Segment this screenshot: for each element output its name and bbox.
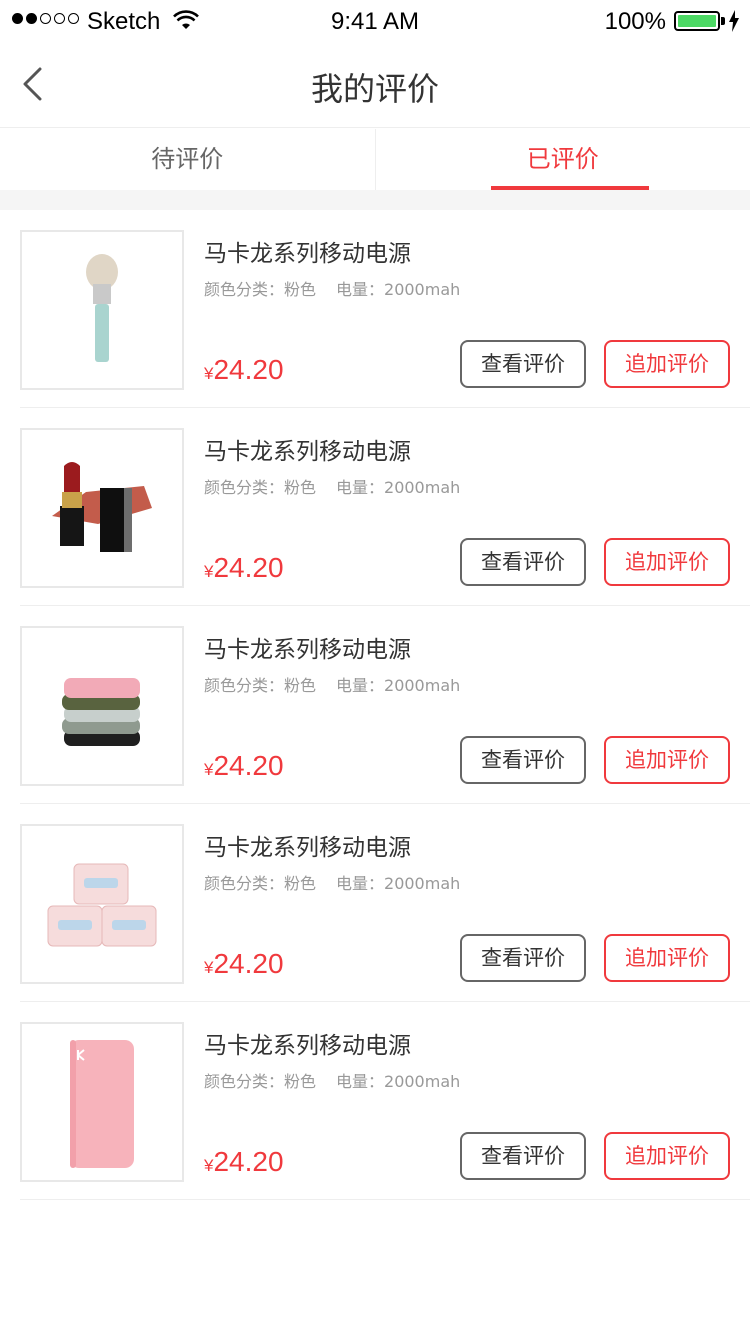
product-price: ¥24.20 [204, 948, 284, 980]
tab-reviewed-label: 已评价 [526, 145, 599, 173]
view-review-button[interactable]: 查看评价 [460, 934, 586, 982]
spec-capacity: 电量：2000mah [336, 874, 461, 893]
makeup-brush-image [86, 254, 118, 362]
spec-capacity: 电量：2000mah [336, 280, 461, 299]
view-review-button[interactable]: 查看评价 [460, 340, 586, 388]
spec-capacity: 电量：2000mah [336, 1072, 461, 1091]
spec-color: 颜色分类：粉色 [204, 874, 317, 893]
power-bank-image [70, 1040, 134, 1168]
price-amount: 24.20 [213, 354, 284, 385]
price-amount: 24.20 [213, 948, 284, 979]
price-amount: 24.20 [213, 1146, 284, 1177]
price-amount: 24.20 [213, 750, 284, 781]
product-thumbnail[interactable] [20, 428, 184, 588]
spec-capacity: 电量：2000mah [336, 676, 461, 695]
product-spec: 颜色分类：粉色 电量：2000mah [204, 870, 460, 894]
product-price: ¥24.20 [204, 354, 284, 386]
price-amount: 24.20 [213, 552, 284, 583]
charging-bolt-icon [729, 10, 739, 32]
section-divider [0, 190, 750, 210]
add-review-button[interactable]: 追加评价 [604, 538, 730, 586]
product-thumbnail[interactable] [20, 626, 184, 786]
tab-pending-review[interactable]: 待评价 [0, 129, 375, 190]
view-review-button[interactable]: 查看评价 [460, 736, 586, 784]
tab-bar: 待评价 已评价 [0, 129, 750, 190]
add-review-button[interactable]: 追加评价 [604, 736, 730, 784]
product-price: ¥24.20 [204, 1146, 284, 1178]
product-title: 马卡龙系列移动电源 [204, 439, 411, 465]
list-item[interactable]: 马卡龙系列移动电源 颜色分类：粉色 电量：2000mah ¥24.20 查看评价 … [20, 1002, 750, 1200]
spec-color: 颜色分类：粉色 [204, 676, 317, 695]
review-list: 马卡龙系列移动电源 颜色分类：粉色 电量：2000mah ¥24.20 查看评价 … [0, 210, 750, 1200]
battery-percentage: 100% [604, 8, 666, 35]
product-spec: 颜色分类：粉色 电量：2000mah [204, 1068, 460, 1092]
add-review-button[interactable]: 追加评价 [604, 934, 730, 982]
spec-color: 颜色分类：粉色 [204, 280, 317, 299]
spec-color: 颜色分类：粉色 [204, 1072, 317, 1091]
spec-color: 颜色分类：粉色 [204, 478, 317, 497]
lipstick-image [52, 462, 152, 552]
product-title: 马卡龙系列移动电源 [204, 1033, 411, 1059]
list-item[interactable]: 马卡龙系列移动电源 颜色分类：粉色 电量：2000mah ¥24.20 查看评价 … [20, 408, 750, 606]
product-title: 马卡龙系列移动电源 [204, 637, 411, 663]
towel-stack-image [62, 678, 140, 746]
product-spec: 颜色分类：粉色 电量：2000mah [204, 276, 460, 300]
list-item[interactable]: 马卡龙系列移动电源 颜色分类：粉色 电量：2000mah ¥24.20 查看评价 … [20, 606, 750, 804]
product-price: ¥24.20 [204, 750, 284, 782]
product-title: 马卡龙系列移动电源 [204, 835, 411, 861]
view-review-button[interactable]: 查看评价 [460, 538, 586, 586]
battery-tip [721, 17, 725, 25]
nav-bar: 我的评价 [0, 40, 750, 128]
add-review-button[interactable]: 追加评价 [604, 1132, 730, 1180]
product-thumbnail[interactable] [20, 824, 184, 984]
product-price: ¥24.20 [204, 552, 284, 584]
product-title: 马卡龙系列移动电源 [204, 241, 411, 267]
product-spec: 颜色分类：粉色 电量：2000mah [204, 474, 460, 498]
list-item[interactable]: 马卡龙系列移动电源 颜色分类：粉色 电量：2000mah ¥24.20 查看评价 … [20, 210, 750, 408]
battery-icon [674, 11, 720, 31]
add-review-button[interactable]: 追加评价 [604, 340, 730, 388]
tissue-packs-image [47, 863, 157, 947]
list-item[interactable]: 马卡龙系列移动电源 颜色分类：粉色 电量：2000mah ¥24.20 查看评价 … [20, 804, 750, 1002]
page-title: 我的评价 [310, 70, 439, 108]
spec-capacity: 电量：2000mah [336, 478, 461, 497]
product-spec: 颜色分类：粉色 电量：2000mah [204, 672, 460, 696]
status-bar: Sketch 9:41 AM 100% [0, 0, 750, 40]
product-thumbnail[interactable] [20, 1022, 184, 1182]
view-review-button[interactable]: 查看评价 [460, 1132, 586, 1180]
product-thumbnail[interactable] [20, 230, 184, 390]
tab-reviewed[interactable]: 已评价 [374, 129, 750, 190]
